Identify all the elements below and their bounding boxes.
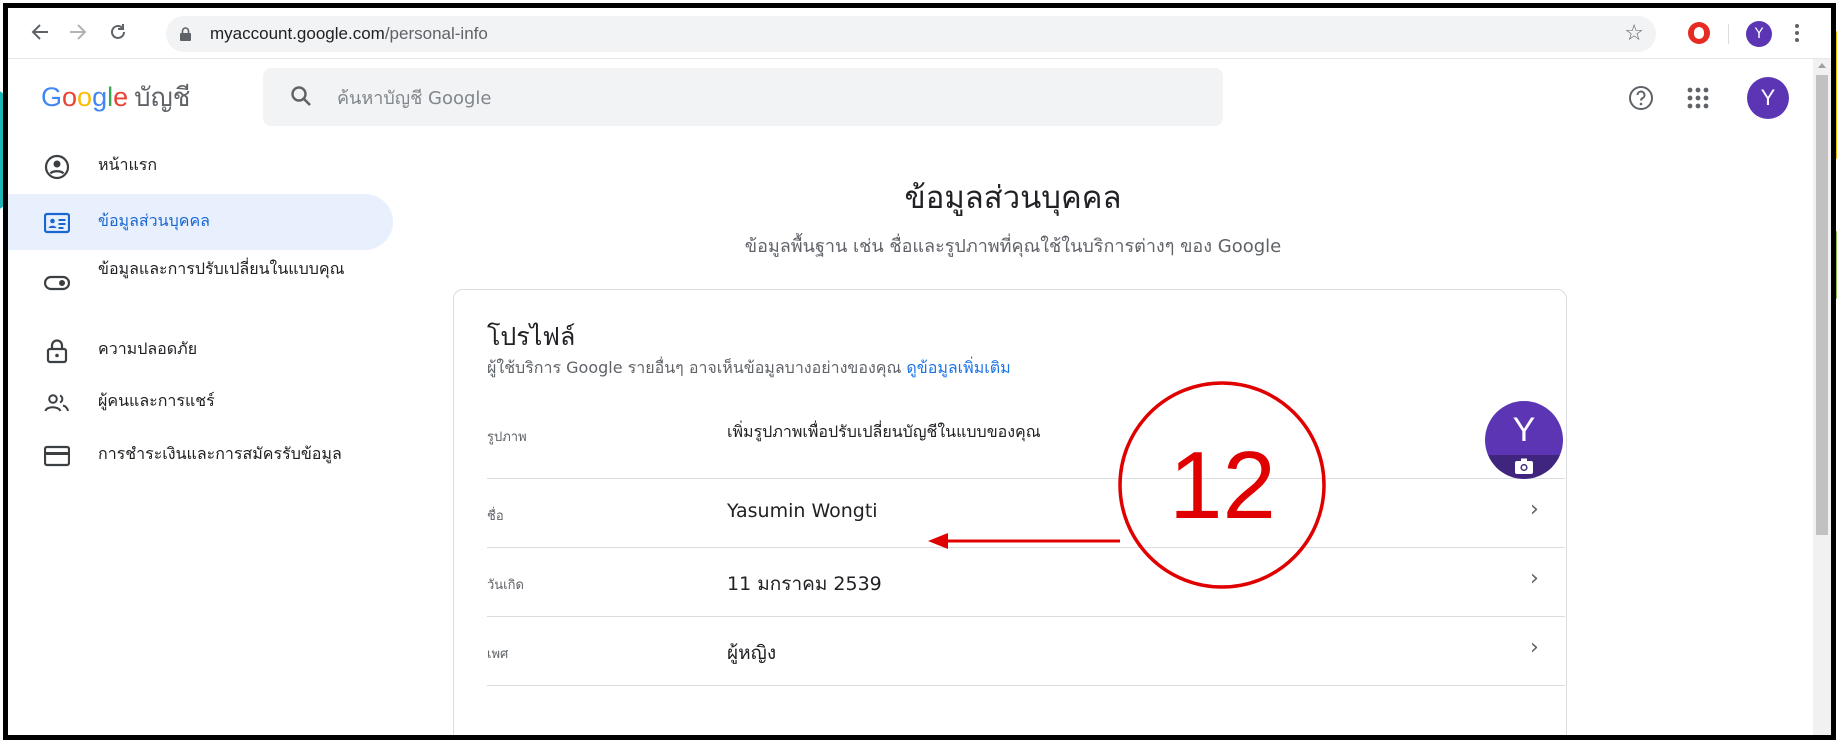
- browser-window: myaccount.google.com/personal-info ☆ Y G…: [3, 3, 1836, 740]
- annotation-overlay: [928, 381, 1326, 589]
- annotation-number: 12: [1169, 432, 1276, 539]
- annotation-arrowhead: [928, 533, 948, 549]
